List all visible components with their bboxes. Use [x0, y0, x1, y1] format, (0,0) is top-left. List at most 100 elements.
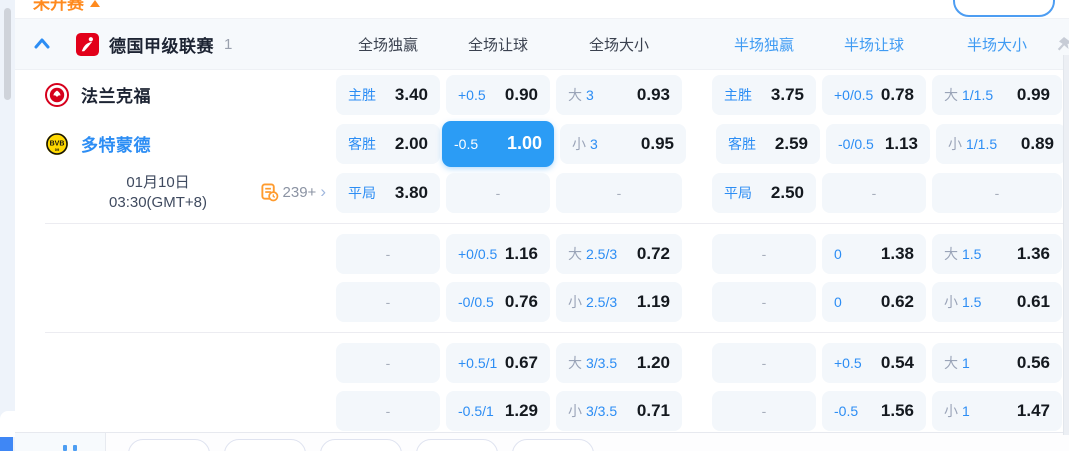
odds-cell[interactable]: -0/0.5 1.13 [826, 123, 930, 164]
clipped-blue-glyph [73, 445, 77, 451]
odds-cell[interactable]: 小 1.5 0.61 [932, 282, 1062, 322]
empty-dash: - [385, 403, 391, 419]
odds-line-value: 2.5/3 [586, 246, 618, 262]
tab-not-started[interactable]: 未开赛 [33, 0, 100, 14]
odds-cell[interactable]: 客胜 2.59 [716, 123, 820, 164]
odds-price: 1.36 [1016, 244, 1050, 263]
odds-line-label: 大3 [568, 85, 594, 105]
away-team-info[interactable]: BVB 09 多特蒙德 [15, 131, 330, 156]
left-scrollbar-thumb[interactable] [4, 8, 11, 100]
home-team-info[interactable]: 法兰克福 [15, 82, 330, 107]
divider [45, 332, 1069, 333]
main-odds-block: 法兰克福 主胜 3.40 +0.5 0.90 大 3 0.93 主胜 3.75 +0/0.5 0.7… [15, 70, 1069, 217]
filter-pill[interactable] [512, 439, 594, 451]
odds-price: 1.29 [504, 401, 538, 420]
odds-cell[interactable]: 小 1/1.5 0.89 [936, 123, 1066, 164]
collapse-chevron-up-icon[interactable] [32, 34, 52, 54]
bottom-bar-left-tab[interactable] [15, 433, 106, 451]
odds-line-label: 平局 [724, 183, 752, 203]
filter-pill[interactable] [128, 439, 210, 451]
odds-cell[interactable]: -0/0.5 0.76 [446, 282, 550, 322]
odds-row-cells: 主胜 3.40 +0.5 0.90 大 3 0.93 主胜 3.75 +0/0.5 0.78 大 1/1… [330, 74, 1062, 115]
odds-cell[interactable]: -0.5 1.56 [822, 391, 926, 431]
odds-line-value: +0.5 [458, 86, 486, 103]
odds-cell[interactable]: 主胜 3.75 [712, 74, 816, 115]
odds-cell-empty: - [336, 391, 440, 431]
odds-line-value: 3/3.5 [586, 403, 618, 419]
odds-panel: 未开赛 德国甲级联赛 1 全场独赢 全场让球 全场大小 半场独赢 半场让球 半场… [15, 0, 1069, 451]
odds-cell[interactable]: 小 3/3.5 0.71 [556, 391, 682, 431]
odds-line-value: 平局 [348, 184, 376, 201]
col-header-fulltime-overunder: 全场大小 [588, 36, 649, 54]
odds-line-value: +0.5/1 [458, 355, 498, 371]
pin-icon[interactable] [1056, 36, 1069, 54]
odds-line-value: -0.5 [834, 403, 859, 419]
odds-cell-selected[interactable]: -0.5 1.00 [442, 120, 554, 167]
odds-line-label: 小 2.5/3 [568, 292, 617, 312]
odds-line-value: 0 [834, 246, 842, 262]
match-meta: 01月10日 03:30(GMT+8) 239+ › [15, 173, 330, 213]
filter-pill[interactable] [416, 439, 498, 451]
odds-line-value: 1 [962, 403, 970, 419]
right-scrollbar-track[interactable] [1063, 55, 1069, 435]
league-header-row: 德国甲级联赛 1 全场独赢 全场让球 全场大小 半场独赢 半场让球 半场大小 [15, 19, 1069, 70]
odds-price: 1.20 [636, 353, 670, 372]
left-rail-notch [0, 411, 15, 437]
odds-cell[interactable]: 大 3 0.93 [556, 74, 682, 115]
odds-cell-empty: - [822, 172, 926, 213]
odds-cell[interactable]: 大 1/1.5 0.99 [932, 74, 1062, 115]
caret-up-icon [90, 0, 100, 7]
odds-cell[interactable]: 客胜 2.00 [336, 123, 440, 164]
odds-price: 0.99 [1016, 84, 1050, 104]
odds-line-prefix: 大 [568, 355, 582, 371]
odds-cell[interactable]: +0.5/1 0.67 [446, 343, 550, 383]
frankfurt-crest-icon [45, 82, 69, 107]
away-team-name: 多特蒙德 [81, 136, 151, 155]
odds-cell[interactable]: 平局 3.80 [336, 172, 440, 213]
top-right-pill-button[interactable] [953, 0, 1055, 17]
odds-cell[interactable]: +0.5 0.90 [446, 74, 550, 115]
odds-line-label: +0.5/1 [458, 355, 497, 371]
alt-odds-row: - +0/0.5 1.16 大 2.5/3 0.72-0 1.38 大 1.5 1.36 [15, 230, 1069, 278]
odds-cell[interactable]: 小 3 0.95 [560, 123, 686, 164]
away-team-row: BVB 09 多特蒙德 客胜 2.00 -0.5 1.00 小 3 0.95 客胜 2.59 -0… [15, 119, 1069, 168]
odds-cell[interactable]: 大 1.5 1.36 [932, 234, 1062, 274]
filter-pill[interactable] [224, 439, 306, 451]
odds-cell[interactable]: +0/0.5 1.16 [446, 234, 550, 274]
odds-line-value: -0/0.5 [458, 294, 494, 310]
odds-cell[interactable]: 0 0.62 [822, 282, 926, 322]
odds-cell-empty: - [712, 234, 816, 274]
alt-odds-row: - -0/0.5 0.76 小 2.5/3 1.19-0 0.62 小 1.5 0.61 [15, 278, 1069, 326]
alt-odds-row: - -0.5/1 1.29 小 3/3.5 0.71- -0.5 1.56 小 1 1.47 [15, 387, 1069, 435]
col-header-halftime-overunder: 半场大小 [966, 36, 1027, 54]
odds-line-label: +0.5 [458, 87, 486, 103]
top-strip: 未开赛 [15, 0, 1069, 19]
odds-price: 3.40 [394, 84, 428, 104]
odds-line-prefix: 大 [944, 355, 958, 371]
odds-cell[interactable]: 主胜 3.40 [336, 74, 440, 115]
odds-cell[interactable]: +0/0.5 0.78 [822, 74, 926, 115]
odds-cell[interactable]: 大 3/3.5 1.20 [556, 343, 682, 383]
odds-cell[interactable]: 大 1 0.56 [932, 343, 1062, 383]
odds-line-value: 主胜 [724, 86, 752, 103]
col-header-halftime-handicap: 半场让球 [843, 36, 904, 54]
odds-price: 0.95 [640, 133, 674, 153]
odds-cell[interactable]: 0 1.38 [822, 234, 926, 274]
odds-cell[interactable]: 小 2.5/3 1.19 [556, 282, 682, 322]
odds-cell[interactable]: 大 2.5/3 0.72 [556, 234, 682, 274]
col-header-fulltime-1x2: 全场独赢 [357, 36, 418, 54]
more-markets-link[interactable]: 239+ › [260, 183, 326, 202]
odds-cell[interactable]: +0.5 0.54 [822, 343, 926, 383]
odds-line-label: 大 1.5 [944, 244, 981, 264]
empty-dash: - [385, 246, 391, 262]
odds-cell[interactable]: 平局 2.50 [712, 172, 816, 213]
odds-cell[interactable]: 小 1 1.47 [932, 391, 1062, 431]
chevron-right-icon: › [320, 182, 326, 201]
odds-price: 0.62 [880, 292, 914, 311]
match-date: 01月10日 [126, 173, 190, 191]
odds-line-value: 0 [834, 294, 842, 310]
odds-line-label: -0/0.5 [458, 294, 494, 310]
filter-pill[interactable] [320, 439, 402, 451]
odds-line-label: 大 3/3.5 [568, 353, 617, 373]
odds-cell[interactable]: -0.5/1 1.29 [446, 391, 550, 431]
